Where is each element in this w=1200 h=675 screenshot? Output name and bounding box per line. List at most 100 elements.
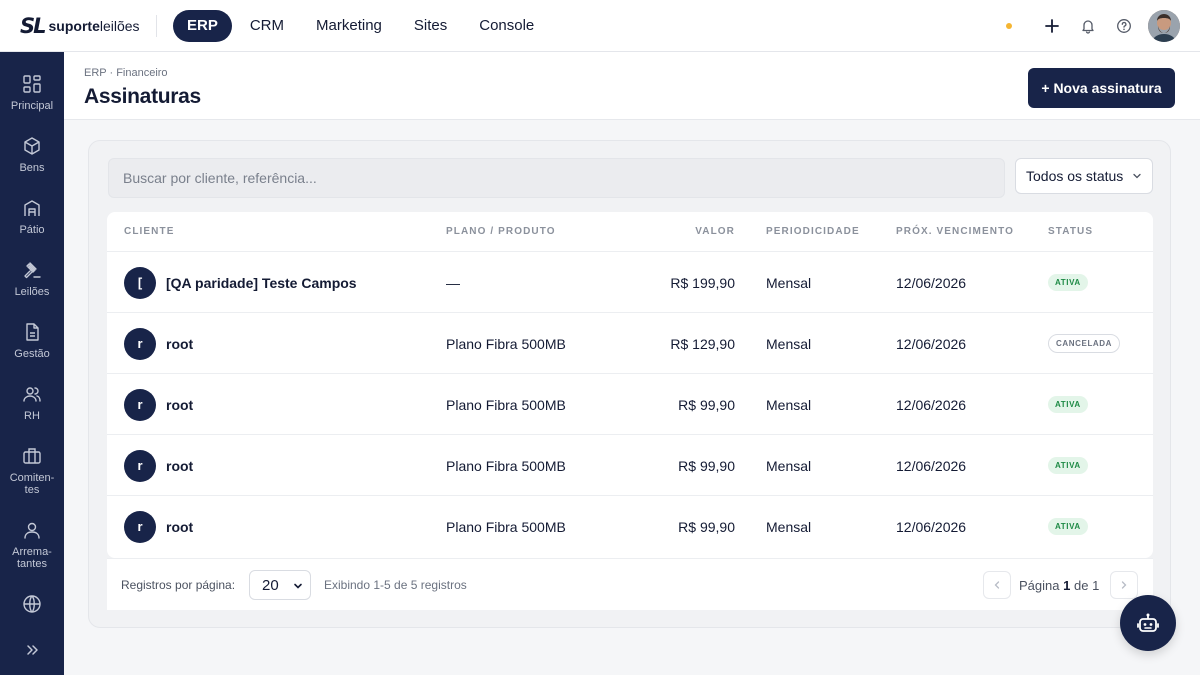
new-subscription-button[interactable]: + Nova assinatura — [1028, 68, 1175, 108]
avatar[interactable] — [1148, 10, 1180, 42]
value-cell: R$ 129,90 — [670, 335, 735, 352]
due-date-cell: 12/06/2026 — [896, 396, 967, 413]
status-filter-select[interactable]: Todos os status — [1015, 158, 1153, 194]
status-dot — [1006, 23, 1012, 29]
client-name: root — [166, 396, 194, 413]
sidebar-item-gestao[interactable]: Gestão — [0, 322, 64, 360]
sidebar-item-label: Principal — [10, 100, 54, 112]
header-status[interactable]: STATUS — [1048, 226, 1093, 237]
header-vencimento[interactable]: PRÓX. VENCIMENTO — [896, 226, 1014, 237]
robot-icon — [1137, 613, 1159, 632]
sidebar-item-label: RH — [24, 410, 40, 422]
help-icon[interactable] — [1106, 10, 1142, 42]
nav-marketing[interactable]: Marketing — [302, 10, 396, 42]
nav-erp[interactable]: ERP — [173, 9, 232, 42]
sidebar-expand-button[interactable] — [0, 642, 64, 658]
per-page-label: Registros por página: — [121, 578, 236, 592]
top-actions — [1006, 10, 1180, 42]
sidebar-item-leiloes[interactable]: Leilões — [0, 260, 64, 298]
table-header: CLIENTE PLANO / PRODUTO VALOR PERIODICID… — [107, 212, 1153, 252]
briefcase-icon — [23, 448, 41, 464]
grid-icon — [23, 75, 41, 93]
status-badge: ATIVA — [1048, 457, 1088, 474]
sidebar-item-sites[interactable] — [0, 594, 64, 614]
search-input[interactable] — [108, 158, 1005, 198]
header-plano[interactable]: PLANO / PRODUTO — [446, 226, 556, 237]
table-row[interactable]: r root Plano Fibra 500MB R$ 99,90 Mensal … — [107, 374, 1153, 435]
due-date-cell: 12/06/2026 — [896, 518, 967, 535]
logo[interactable]: SL suporteleilões — [20, 14, 156, 38]
table-row[interactable]: r root Plano Fibra 500MB R$ 129,90 Mensal… — [107, 313, 1153, 374]
chevrons-right-icon — [27, 645, 38, 655]
due-date-cell: 12/06/2026 — [896, 274, 967, 291]
sidebar-item-rh[interactable]: RH — [0, 384, 64, 422]
header-cliente[interactable]: CLIENTE — [124, 226, 174, 237]
plan-cell: Plano Fibra 500MB — [446, 396, 566, 413]
subscriptions-table: CLIENTE PLANO / PRODUTO VALOR PERIODICID… — [107, 212, 1153, 558]
divider — [156, 14, 157, 37]
prev-page-button[interactable] — [983, 571, 1011, 599]
nav-sites[interactable]: Sites — [400, 10, 461, 42]
sidebar-item-label: Pátio — [19, 224, 45, 236]
sidebar-item-label: Arrema- tantes — [12, 546, 52, 570]
sidebar-item-comitentes[interactable]: Comiten- tes — [0, 446, 64, 496]
sidebar-item-principal[interactable]: Principal — [0, 74, 64, 112]
value-cell: R$ 99,90 — [678, 457, 735, 474]
sidebar-item-label: Comiten- tes — [9, 472, 55, 496]
value-cell: R$ 99,90 — [678, 518, 735, 535]
due-date-cell: 12/06/2026 — [896, 457, 967, 474]
table-row[interactable]: [[QA paridade] Teste Campos — R$ 199,90 … — [107, 252, 1153, 313]
client-avatar: r — [124, 388, 156, 421]
status-badge: ATIVA — [1048, 274, 1088, 291]
plan-cell: Plano Fibra 500MB — [446, 457, 566, 474]
client-avatar: r — [124, 449, 156, 482]
table-row[interactable]: r root Plano Fibra 500MB R$ 99,90 Mensal … — [107, 435, 1153, 496]
top-bar: SL suporteleilões ERP CRM Marketing Site… — [0, 0, 1200, 52]
assistant-button[interactable] — [1120, 595, 1176, 651]
client-avatar: r — [124, 327, 156, 360]
table-row[interactable]: r root Plano Fibra 500MB R$ 99,90 Mensal … — [107, 496, 1153, 557]
chevron-down-icon — [1133, 173, 1141, 179]
chevron-right-icon — [1121, 581, 1127, 589]
header-valor[interactable]: VALOR — [695, 226, 735, 237]
gavel-icon — [24, 262, 41, 279]
value-cell: R$ 99,90 — [678, 396, 735, 413]
per-page-value: 20 — [262, 576, 279, 594]
users-icon — [23, 387, 41, 402]
next-page-button[interactable] — [1110, 571, 1138, 599]
period-cell: Mensal — [766, 518, 812, 535]
pagination-bar: Registros por página: 20 Exibindo 1-5 de… — [107, 558, 1153, 610]
box-icon — [24, 137, 40, 155]
sidebar-item-label: Gestão — [14, 348, 50, 360]
plus-icon[interactable] — [1034, 10, 1070, 42]
top-nav: ERP CRM Marketing Sites Console — [173, 9, 548, 42]
client-avatar: r — [124, 510, 156, 543]
sidebar-item-label: Leilões — [14, 286, 50, 298]
plan-cell: Plano Fibra 500MB — [446, 518, 566, 535]
sidebar-item-arrematantes[interactable]: Arrema- tantes — [0, 520, 64, 570]
period-cell: Mensal — [766, 274, 812, 291]
user-icon — [24, 522, 40, 539]
bell-icon[interactable] — [1070, 10, 1106, 42]
sidebar: Principal Bens Pátio Leilões Gestão RH C… — [0, 52, 64, 675]
globe-icon — [23, 595, 41, 613]
logo-mark: SL — [20, 13, 46, 38]
warehouse-icon — [24, 200, 40, 216]
page-info: Página 1 de 1 — [1019, 578, 1100, 593]
subscriptions-card: Todos os status CLIENTE PLANO / PRODUTO … — [88, 140, 1171, 628]
per-page-select[interactable]: 20 — [249, 570, 311, 600]
document-icon — [26, 323, 39, 341]
sidebar-item-bens[interactable]: Bens — [0, 136, 64, 174]
period-cell: Mensal — [766, 396, 812, 413]
value-cell: R$ 199,90 — [670, 274, 735, 291]
chevron-left-icon — [994, 581, 1000, 589]
nav-console[interactable]: Console — [465, 10, 548, 42]
client-name: root — [166, 335, 194, 352]
client-avatar: [ — [124, 266, 156, 299]
header-periodicidade[interactable]: PERIODICIDADE — [766, 226, 860, 237]
sidebar-item-patio[interactable]: Pátio — [0, 198, 64, 236]
nav-crm[interactable]: CRM — [236, 10, 298, 42]
records-count: Exibindo 1-5 de 5 registros — [324, 578, 467, 592]
period-cell: Mensal — [766, 335, 812, 352]
plan-cell: Plano Fibra 500MB — [446, 335, 566, 352]
